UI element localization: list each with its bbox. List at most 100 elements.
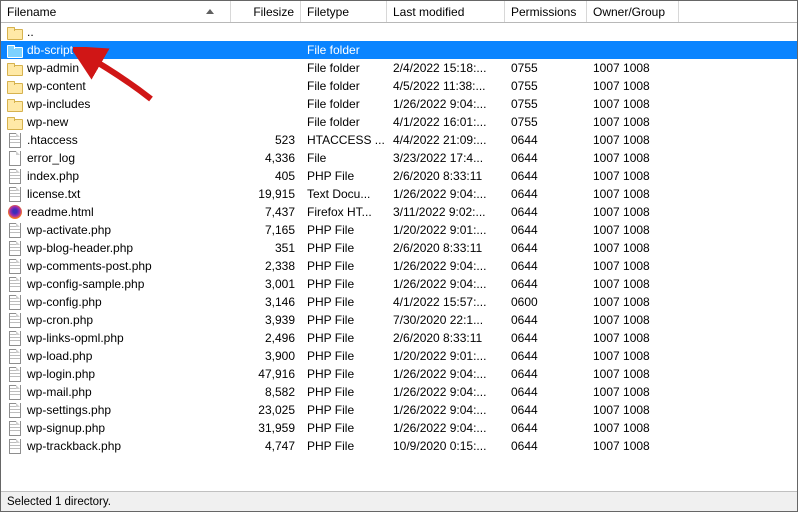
table-row[interactable]: wp-adminFile folder2/4/2022 15:18:...075…: [1, 59, 797, 77]
permissions-text: 0755: [505, 77, 587, 95]
table-row[interactable]: wp-config.php3,146PHP File4/1/2022 15:57…: [1, 293, 797, 311]
folder-icon: [7, 24, 23, 40]
header-filename[interactable]: Filename: [1, 1, 231, 22]
filetype-text: PHP File: [301, 383, 387, 401]
firefox-icon: [7, 204, 23, 220]
permissions-text: 0644: [505, 311, 587, 329]
column-headers: Filename Filesize Filetype Last modified…: [1, 1, 797, 23]
permissions-text: 0644: [505, 185, 587, 203]
filename-text: wp-cron.php: [27, 313, 93, 327]
header-last-modified[interactable]: Last modified: [387, 1, 505, 22]
modified-text: 1/26/2022 9:04:...: [387, 185, 505, 203]
permissions-text: 0644: [505, 401, 587, 419]
table-row[interactable]: .htaccess523HTACCESS ...4/4/2022 21:09:.…: [1, 131, 797, 149]
filetype-text: [301, 23, 387, 41]
filename-text: wp-config-sample.php: [27, 277, 144, 291]
filesize-text: 7,437: [231, 203, 301, 221]
modified-text: 3/23/2022 17:4...: [387, 149, 505, 167]
table-row[interactable]: wp-contentFile folder4/5/2022 11:38:...0…: [1, 77, 797, 95]
file-icon: [7, 150, 23, 166]
owner-text: 1007 1008: [587, 257, 679, 275]
filetype-text: PHP File: [301, 437, 387, 455]
table-row[interactable]: index.php405PHP File2/6/2020 8:33:110644…: [1, 167, 797, 185]
table-row[interactable]: wp-activate.php7,165PHP File1/20/2022 9:…: [1, 221, 797, 239]
filesize-text: 3,001: [231, 275, 301, 293]
filename-text: readme.html: [27, 205, 94, 219]
permissions-text: 0644: [505, 437, 587, 455]
filename-text: wp-load.php: [27, 349, 92, 363]
table-row[interactable]: readme.html7,437Firefox HT...3/11/2022 9…: [1, 203, 797, 221]
filename-text: wp-new: [27, 115, 68, 129]
filesize-text: 7,165: [231, 221, 301, 239]
modified-text: 1/26/2022 9:04:...: [387, 365, 505, 383]
filetype-text: File folder: [301, 59, 387, 77]
filesize-text: [231, 41, 301, 59]
header-filetype[interactable]: Filetype: [301, 1, 387, 22]
filesize-text: 31,959: [231, 419, 301, 437]
table-row[interactable]: wp-newFile folder4/1/2022 16:01:...07551…: [1, 113, 797, 131]
permissions-text: 0755: [505, 95, 587, 113]
table-row[interactable]: ..: [1, 23, 797, 41]
owner-text: 1007 1008: [587, 419, 679, 437]
table-row[interactable]: wp-trackback.php4,747PHP File10/9/2020 0…: [1, 437, 797, 455]
filetype-text: File: [301, 149, 387, 167]
filetype-text: Text Docu...: [301, 185, 387, 203]
filesize-text: 405: [231, 167, 301, 185]
header-filename-label: Filename: [7, 5, 56, 19]
table-row[interactable]: wp-settings.php23,025PHP File1/26/2022 9…: [1, 401, 797, 419]
owner-text: 1007 1008: [587, 275, 679, 293]
permissions-text: 0644: [505, 383, 587, 401]
table-row[interactable]: wp-mail.php8,582PHP File1/26/2022 9:04:.…: [1, 383, 797, 401]
table-row[interactable]: db-scriptFile folder: [1, 41, 797, 59]
file-list[interactable]: ..db-scriptFile folderwp-adminFile folde…: [1, 23, 797, 491]
file-icon: [7, 402, 23, 418]
table-row[interactable]: wp-comments-post.php2,338PHP File1/26/20…: [1, 257, 797, 275]
file-icon: [7, 384, 23, 400]
table-row[interactable]: wp-blog-header.php351PHP File2/6/2020 8:…: [1, 239, 797, 257]
modified-text: 1/26/2022 9:04:...: [387, 419, 505, 437]
folder-icon: [7, 114, 23, 130]
file-icon: [7, 276, 23, 292]
table-row[interactable]: error_log4,336File3/23/2022 17:4...06441…: [1, 149, 797, 167]
owner-text: 1007 1008: [587, 365, 679, 383]
owner-text: 1007 1008: [587, 59, 679, 77]
header-owner-group[interactable]: Owner/Group: [587, 1, 679, 22]
file-icon: [7, 240, 23, 256]
modified-text: 1/26/2022 9:04:...: [387, 275, 505, 293]
table-row[interactable]: wp-links-opml.php2,496PHP File2/6/2020 8…: [1, 329, 797, 347]
filetype-text: PHP File: [301, 419, 387, 437]
filename-text: ..: [27, 25, 34, 39]
header-permissions[interactable]: Permissions: [505, 1, 587, 22]
modified-text: 3/11/2022 9:02:...: [387, 203, 505, 221]
filesize-text: 3,939: [231, 311, 301, 329]
filesize-text: 2,338: [231, 257, 301, 275]
owner-text: 1007 1008: [587, 149, 679, 167]
permissions-text: 0644: [505, 365, 587, 383]
table-row[interactable]: wp-signup.php31,959PHP File1/26/2022 9:0…: [1, 419, 797, 437]
table-row[interactable]: wp-load.php3,900PHP File1/20/2022 9:01:.…: [1, 347, 797, 365]
filetype-text: File folder: [301, 77, 387, 95]
modified-text: 2/6/2020 8:33:11: [387, 239, 505, 257]
permissions-text: 0600: [505, 293, 587, 311]
owner-text: 1007 1008: [587, 77, 679, 95]
table-row[interactable]: wp-includesFile folder1/26/2022 9:04:...…: [1, 95, 797, 113]
filesize-text: 3,146: [231, 293, 301, 311]
table-row[interactable]: wp-cron.php3,939PHP File7/30/2020 22:1..…: [1, 311, 797, 329]
permissions-text: 0644: [505, 347, 587, 365]
header-filesize[interactable]: Filesize: [231, 1, 301, 22]
permissions-text: 0644: [505, 167, 587, 185]
folder-icon: [7, 96, 23, 112]
table-row[interactable]: wp-login.php47,916PHP File1/26/2022 9:04…: [1, 365, 797, 383]
owner-text: 1007 1008: [587, 185, 679, 203]
owner-text: 1007 1008: [587, 383, 679, 401]
filesize-text: 4,336: [231, 149, 301, 167]
table-row[interactable]: license.txt19,915Text Docu...1/26/2022 9…: [1, 185, 797, 203]
table-row[interactable]: wp-config-sample.php3,001PHP File1/26/20…: [1, 275, 797, 293]
filename-text: db-script: [27, 43, 73, 57]
filetype-text: PHP File: [301, 239, 387, 257]
filesize-text: [231, 113, 301, 131]
filename-text: wp-content: [27, 79, 86, 93]
file-icon: [7, 366, 23, 382]
filetype-text: PHP File: [301, 329, 387, 347]
file-icon: [7, 186, 23, 202]
